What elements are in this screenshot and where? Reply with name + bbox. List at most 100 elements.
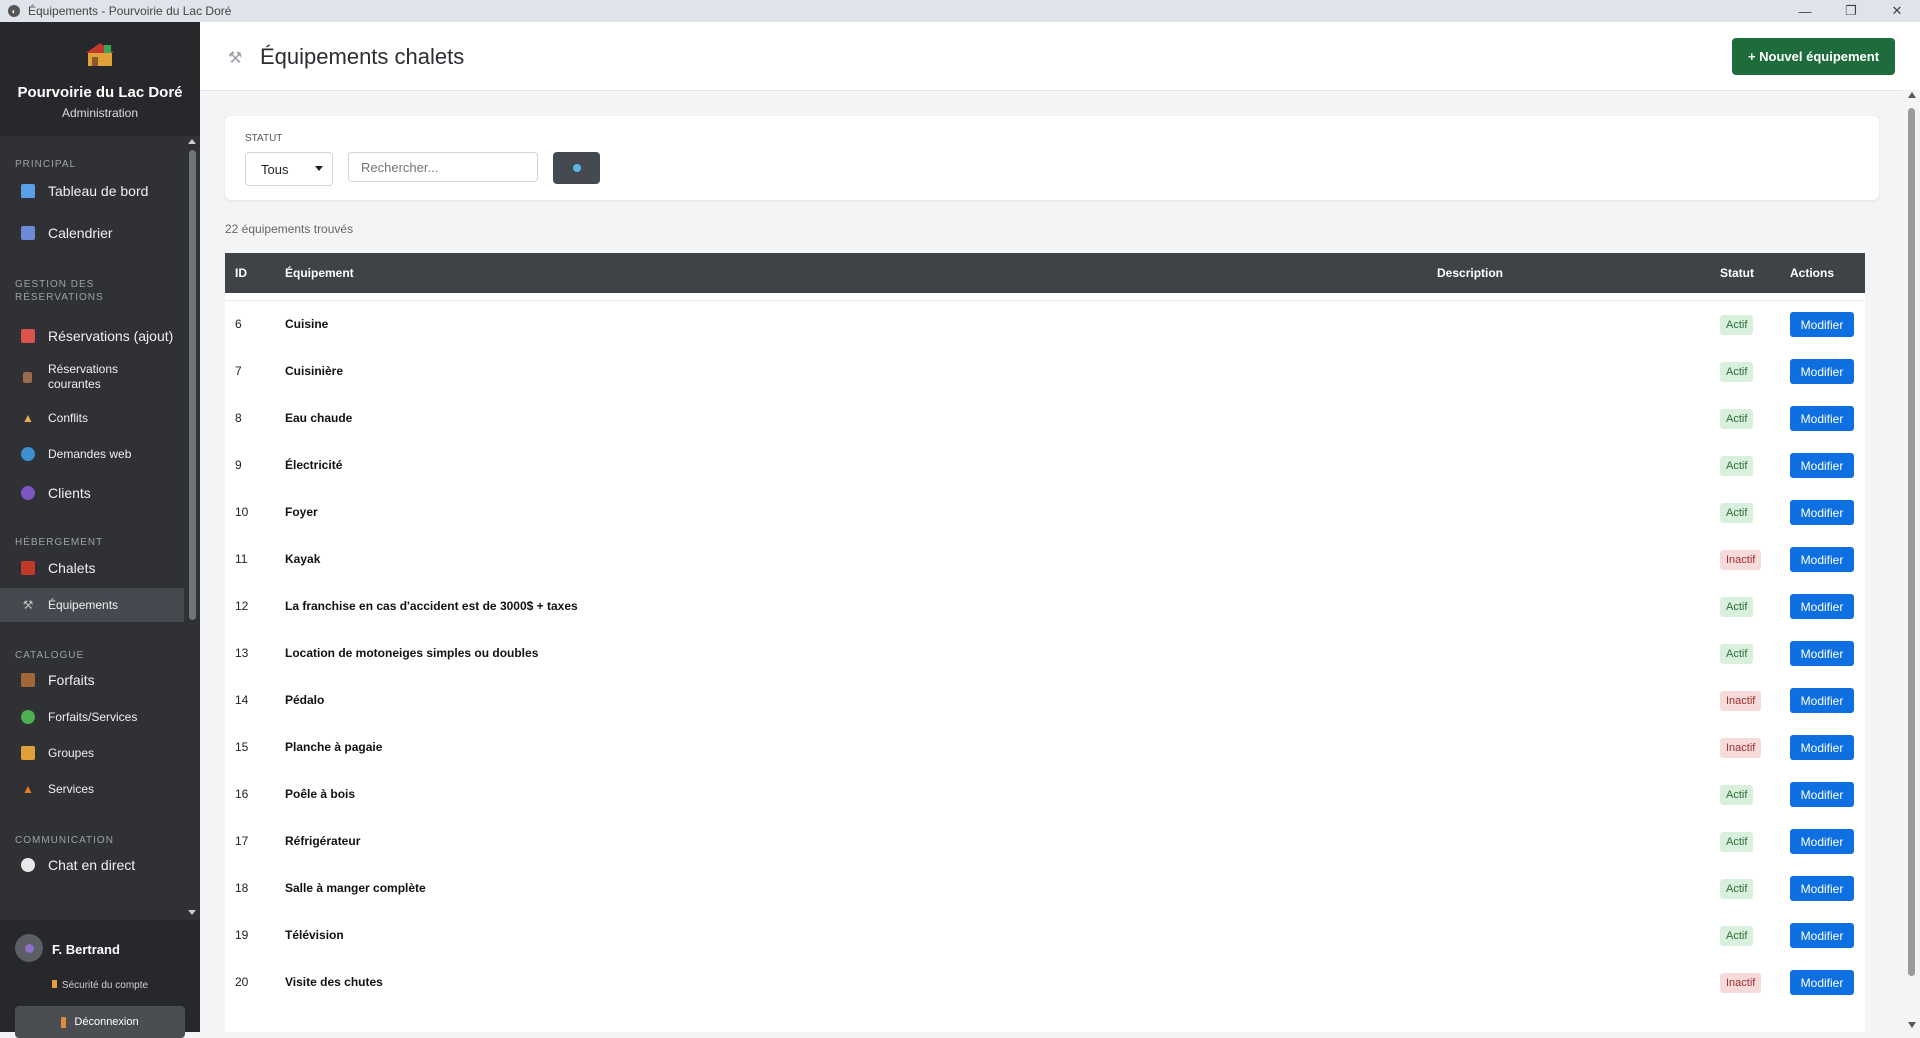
sidebar-scrollbar[interactable]	[184, 136, 200, 920]
column-header-id[interactable]: ID	[235, 266, 247, 280]
edit-button[interactable]: Modifier	[1790, 547, 1854, 572]
house-icon	[21, 561, 35, 575]
section-communication: COMMUNICATION	[15, 835, 114, 846]
column-header-status[interactable]: Statut	[1720, 266, 1754, 280]
status-badge: Actif	[1720, 785, 1754, 805]
sidebar-item-forfaits[interactable]: Forfaits	[0, 663, 184, 697]
column-header-equipment[interactable]: Équipement	[285, 266, 354, 280]
edit-button[interactable]: Modifier	[1790, 641, 1854, 666]
search-button[interactable]	[553, 152, 600, 184]
edit-button[interactable]: Modifier	[1790, 970, 1854, 995]
book-icon	[23, 371, 32, 383]
cell-id: 8	[235, 411, 242, 425]
table-row: 6 Cuisine Actif Modifier	[225, 301, 1865, 349]
avatar[interactable]	[15, 934, 43, 962]
cell-equipment: Pédalo	[285, 693, 325, 707]
edit-button[interactable]: Modifier	[1790, 876, 1854, 901]
sidebar-item-label: Calendrier	[48, 225, 113, 241]
sidebar-item-equipements[interactable]: ⚒ Équipements	[0, 588, 184, 622]
sidebar-item-calendrier[interactable]: Calendrier	[0, 216, 184, 250]
sidebar-item-forfaits-services[interactable]: Forfaits/Services	[0, 702, 184, 732]
sidebar-item-chalets[interactable]: Chalets	[0, 551, 184, 585]
close-icon[interactable]: ✕	[1874, 0, 1920, 22]
status-select-value: Tous	[261, 161, 289, 177]
page-scroll-thumb[interactable]	[1908, 108, 1915, 976]
sidebar: Pourvoirie du Lac Doré Administration PR…	[0, 22, 200, 1038]
cell-id: 14	[235, 693, 249, 707]
wrench-icon: ⚒	[228, 50, 243, 67]
status-badge: Actif	[1720, 644, 1754, 664]
browser-icon: ◐	[8, 5, 20, 17]
status-select[interactable]: Tous	[245, 152, 333, 186]
table-row: 9 Électricité Actif Modifier	[225, 442, 1865, 490]
cell-id: 10	[235, 505, 249, 519]
section-hebergement: HÉBERGEMENT	[15, 537, 104, 548]
section-reservations: GESTION DES RÉSERVATIONS	[15, 279, 104, 303]
edit-button[interactable]: Modifier	[1790, 829, 1854, 854]
edit-button[interactable]: Modifier	[1790, 359, 1854, 384]
sidebar-item-reservations-courantes[interactable]: Réservations courantes	[0, 358, 184, 396]
new-equipment-button[interactable]: + Nouvel équipement	[1732, 38, 1895, 75]
scroll-down-icon[interactable]	[188, 910, 196, 915]
sidebar-item-label: Clients	[48, 485, 91, 501]
sidebar-item-services[interactable]: ▲ Services	[0, 774, 184, 804]
edit-button[interactable]: Modifier	[1790, 500, 1854, 525]
edit-button[interactable]: Modifier	[1790, 688, 1854, 713]
status-badge: Actif	[1720, 832, 1754, 852]
edit-button[interactable]: Modifier	[1790, 594, 1854, 619]
minimize-icon[interactable]: —	[1782, 0, 1828, 22]
cell-id: 19	[235, 928, 249, 942]
logout-button[interactable]: Déconnexion	[15, 1006, 185, 1038]
sidebar-item-label: Demandes web	[48, 446, 132, 461]
sidebar-item-label: Conflits	[48, 410, 89, 425]
clipboard-icon	[21, 329, 35, 343]
sidebar-item-groupes[interactable]: Groupes	[0, 738, 184, 768]
cell-id: 16	[235, 787, 249, 801]
sidebar-item-conflits[interactable]: ▲ Conflits	[0, 403, 184, 433]
sidebar-item-label: Services	[48, 781, 95, 796]
edit-button[interactable]: Modifier	[1790, 923, 1854, 948]
package-icon	[21, 673, 35, 687]
logo-icon	[86, 43, 114, 66]
scroll-down-icon[interactable]	[1908, 1022, 1916, 1028]
page-title: Équipements chalets	[260, 44, 465, 69]
sidebar-item-label: Équipements	[48, 597, 119, 612]
cell-id: 11	[235, 552, 248, 566]
section-principal: PRINCIPAL	[15, 159, 77, 170]
sidebar-item-reservations-ajout[interactable]: Réservations (ajout)	[0, 319, 184, 353]
users-icon	[21, 486, 35, 500]
table-row: 15 Planche à pagaie Inactif Modifier	[225, 724, 1865, 772]
edit-button[interactable]: Modifier	[1790, 735, 1854, 760]
cell-equipment: Visite des chutes	[285, 975, 383, 989]
logout-label: Déconnexion	[74, 1016, 139, 1028]
sidebar-scroll-thumb[interactable]	[189, 150, 196, 620]
table-row	[225, 1006, 1865, 1032]
filter-card: STATUT Tous	[225, 116, 1879, 200]
scroll-up-icon[interactable]	[188, 139, 196, 144]
page-scrollbar[interactable]	[1903, 90, 1920, 1032]
folder-icon	[21, 746, 35, 760]
edit-button[interactable]: Modifier	[1790, 312, 1854, 337]
cell-equipment: Poêle à bois	[285, 787, 356, 801]
edit-button[interactable]: Modifier	[1790, 406, 1854, 431]
sidebar-item-label: Forfaits/Services	[48, 709, 138, 724]
search-input[interactable]	[348, 152, 538, 182]
table-row: 18 Salle à manger complète Actif Modifier	[225, 865, 1865, 913]
sidebar-item-tableau-de-bord[interactable]: Tableau de bord	[0, 174, 184, 208]
status-badge: Actif	[1720, 597, 1754, 617]
scroll-up-icon[interactable]	[1908, 92, 1916, 98]
edit-button[interactable]: Modifier	[1790, 453, 1854, 478]
sidebar-item-chat[interactable]: Chat en direct	[0, 848, 184, 882]
table-row: 20 Visite des chutes Inactif Modifier	[225, 959, 1865, 1007]
edit-button[interactable]: Modifier	[1790, 782, 1854, 807]
sidebar-item-label: Groupes	[48, 745, 95, 760]
security-label: Sécurité du compte	[61, 980, 149, 991]
restore-icon[interactable]: ❐	[1828, 0, 1874, 22]
search-icon	[572, 164, 581, 172]
security-link[interactable]: Sécurité du compte	[0, 980, 200, 991]
sidebar-item-demandes-web[interactable]: Demandes web	[0, 439, 184, 469]
column-header-description[interactable]: Description	[1437, 266, 1503, 280]
cell-equipment: Réfrigérateur	[285, 834, 361, 848]
sidebar-item-clients[interactable]: Clients	[0, 476, 184, 510]
brand: Pourvoirie du Lac Doré Administration	[0, 22, 200, 136]
